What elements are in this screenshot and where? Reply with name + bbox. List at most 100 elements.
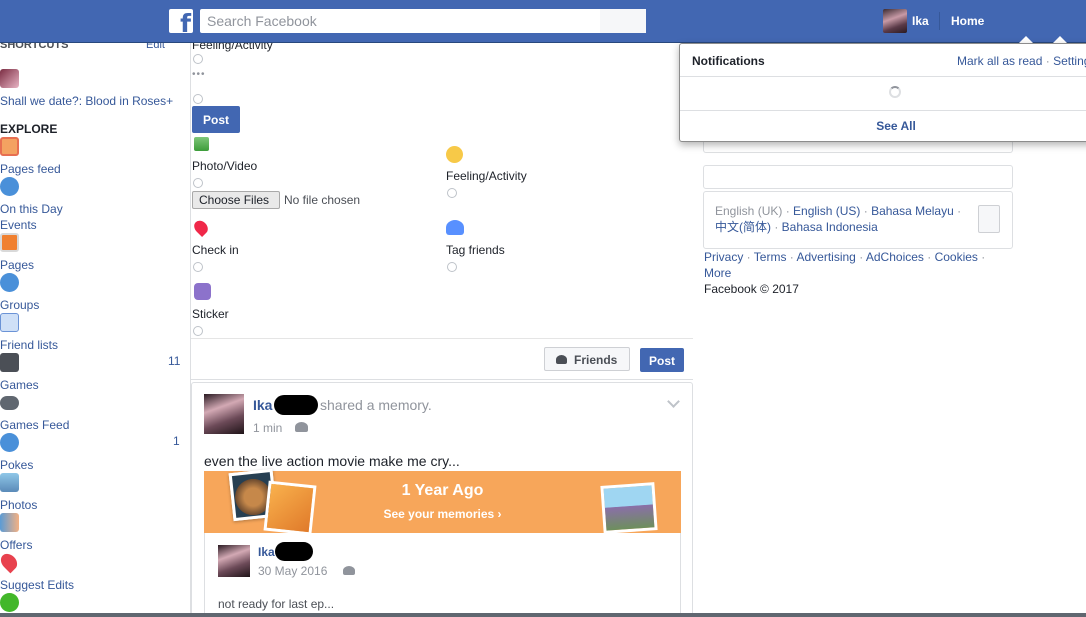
logo-glyph: f [180, 9, 191, 38]
redaction-mark [274, 395, 318, 415]
footer-privacy[interactable]: Privacy [704, 250, 743, 264]
composer-footer: Friends Post [191, 338, 693, 380]
sidebar-item-on-this-day[interactable]: On this Day [0, 202, 63, 216]
footer-adchoices[interactable]: AdChoices [866, 250, 924, 264]
photos-icon [0, 473, 19, 492]
option-radio[interactable] [447, 262, 457, 272]
groups-icon [0, 273, 19, 292]
option-radio[interactable] [447, 188, 457, 198]
sidebar-item-friend-lists[interactable]: Friend lists [0, 338, 58, 352]
footer-cookies[interactable]: Cookies [935, 250, 978, 264]
inner-author-avatar[interactable] [218, 545, 250, 577]
more-options-icon[interactable]: ••• [192, 69, 206, 80]
suggest-edits-icon [0, 593, 19, 612]
submit-post-button[interactable]: Post [640, 348, 684, 372]
lang-en-us[interactable]: English (US) [793, 204, 860, 218]
nav-divider [939, 12, 940, 30]
search-button[interactable] [600, 9, 646, 33]
pages-feed-icon [0, 137, 19, 156]
feeling-activity-option[interactable]: Feeling/Activity [446, 169, 527, 183]
lang-id[interactable]: Bahasa Indonesia [782, 220, 878, 234]
option-radio[interactable] [193, 178, 203, 188]
audience-label: Friends [574, 353, 618, 367]
sidebar-item-groups[interactable]: Groups [0, 298, 39, 312]
post-timestamp[interactable]: 1 min [253, 421, 282, 435]
mark-all-read-link[interactable]: Mark all as read [957, 54, 1042, 68]
map-pin-icon [0, 550, 21, 574]
profile-name-link[interactable]: Ika [912, 14, 929, 28]
check-in-icon [191, 217, 211, 238]
photo-video-option[interactable]: Photo/Video [192, 159, 257, 173]
right-box-empty [703, 165, 1013, 189]
sidebar-item-events[interactable]: Events [0, 218, 37, 232]
option-radio[interactable] [193, 94, 203, 104]
game-app-icon[interactable] [0, 69, 19, 88]
composer-feeling-option[interactable]: Feeling/Activity [192, 43, 273, 52]
inner-author-link[interactable]: Ika [258, 545, 275, 559]
sidebar-item-pokes[interactable]: Pokes [0, 458, 33, 472]
inner-post-date[interactable]: 30 May 2016 [258, 564, 327, 578]
footer-advertising[interactable]: Advertising [796, 250, 855, 264]
post-text: even the live action movie make me cry..… [204, 453, 460, 469]
photo-video-icon [194, 137, 209, 151]
composer-post-button[interactable]: Post [192, 106, 240, 133]
games-count-badge: 11 [168, 354, 181, 368]
left-sidebar: SHORTCUTS Edit Shall we date?: Blood in … [0, 43, 191, 613]
option-radio[interactable] [193, 54, 203, 64]
current-language: English (UK) [715, 204, 783, 218]
notifications-actions: Mark all as read · Settings [957, 54, 1086, 68]
sidebar-item-photos[interactable]: Photos [0, 498, 37, 512]
author-name-link[interactable]: Ika [253, 397, 272, 413]
lang-zh[interactable]: 中文(简体) [715, 220, 771, 234]
search-box [200, 9, 646, 33]
sticker-option[interactable]: Sticker [192, 307, 229, 321]
footer-terms[interactable]: Terms [754, 250, 787, 264]
top-bar: f Ika Home [0, 0, 1086, 44]
lang-ms[interactable]: Bahasa Melayu [871, 204, 954, 218]
profile-avatar[interactable] [883, 9, 907, 33]
offers-icon [0, 513, 19, 532]
sidebar-item-offers[interactable]: Offers [0, 538, 32, 552]
facebook-logo-icon[interactable]: f [169, 9, 193, 38]
see-all-link[interactable]: See All [680, 119, 1086, 133]
tag-friends-option[interactable]: Tag friends [446, 243, 505, 257]
friends-icon [556, 355, 567, 364]
search-input[interactable] [200, 9, 600, 33]
explore-heading: EXPLORE [0, 122, 58, 136]
divider [680, 76, 1086, 77]
audience-selector-button[interactable]: Friends [544, 347, 630, 371]
memory-banner[interactable]: 1 Year Ago See your memories › [204, 468, 681, 536]
notifications-title: Notifications [692, 54, 765, 68]
sidebar-item-games[interactable]: Games [0, 378, 39, 392]
option-radio[interactable] [193, 262, 203, 272]
shortcuts-edit-link[interactable]: Edit [146, 43, 165, 51]
sidebar-item-suggest-edits[interactable]: Suggest Edits [0, 578, 74, 592]
actions-separator: · [1045, 54, 1050, 68]
feed-post: Ika shared a memory. 1 min even the live… [191, 382, 693, 613]
redaction-mark [275, 542, 313, 561]
sidebar-item-pages-feed[interactable]: Pages feed [0, 162, 61, 176]
sidebar-item-games-feed[interactable]: Games Feed [0, 418, 69, 432]
shortcuts-heading: SHORTCUTS [0, 43, 69, 51]
games-feed-icon [0, 396, 19, 410]
sidebar-item-pages[interactable]: Pages [0, 258, 34, 272]
main-feed: Feeling/Activity ••• Post Photo/Video Ch… [191, 43, 693, 613]
friends-audience-icon[interactable] [295, 422, 308, 432]
chevron-down-icon[interactable] [667, 395, 680, 408]
option-radio[interactable] [193, 326, 203, 336]
author-avatar[interactable] [204, 394, 244, 434]
bottom-edge [0, 613, 1086, 617]
inner-post-text: not ready for last ep... [218, 597, 335, 611]
footer-more[interactable]: More [704, 266, 731, 280]
language-list: English (UK) · English (US) · Bahasa Mel… [715, 204, 962, 234]
more-languages-button[interactable] [978, 205, 1000, 233]
shared-memory-card: Ika 30 May 2016 not ready for last ep... [204, 533, 681, 613]
choose-files-button[interactable]: Choose Files [192, 191, 280, 209]
shortcut-item[interactable]: Shall we date?: Blood in Roses+ [0, 94, 173, 108]
loading-spinner-icon [889, 86, 901, 98]
notification-settings-link[interactable]: Settings [1053, 54, 1086, 68]
memory-photo-mountain-icon [600, 482, 658, 534]
home-link[interactable]: Home [951, 14, 984, 28]
check-in-option[interactable]: Check in [192, 243, 239, 257]
feeling-icon [446, 146, 463, 163]
